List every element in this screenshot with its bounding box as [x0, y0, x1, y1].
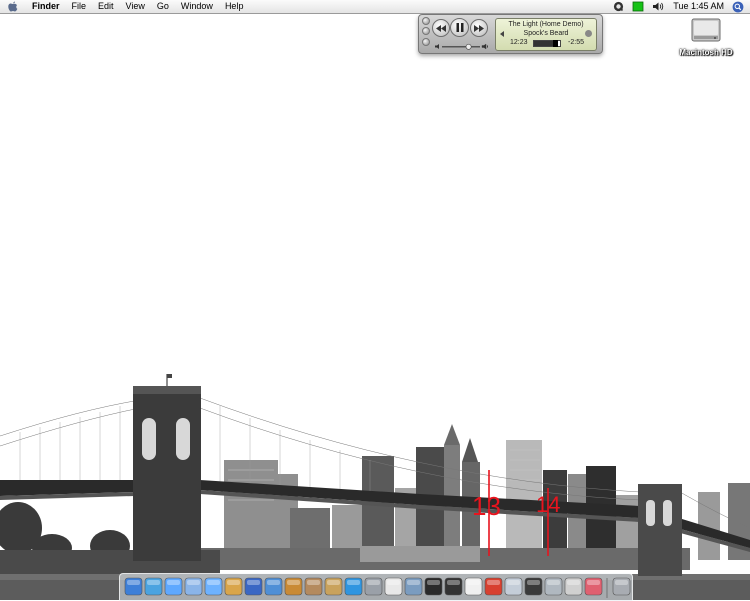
apple-logo-icon[interactable]: [564, 577, 583, 596]
menu-go[interactable]: Go: [151, 0, 175, 13]
rewind-icon: [436, 24, 446, 32]
volume-slider[interactable]: [435, 43, 489, 50]
spotlight-icon[interactable]: [732, 1, 744, 13]
volume-icon[interactable]: [648, 0, 669, 13]
progress-knob[interactable]: [553, 40, 559, 47]
hard-drive-icon[interactable]: [688, 16, 724, 46]
menu-clock[interactable]: Tue 1:45 AM: [669, 0, 732, 13]
desktop[interactable]: 13 14 Macintosh HD: [0, 0, 750, 600]
menu-view[interactable]: View: [120, 0, 151, 13]
annotation-14: 14: [536, 492, 560, 517]
iphoto-icon[interactable]: [224, 577, 243, 596]
itunes-status-display: The Light (Home Demo) Spock's Beard 12:2…: [495, 18, 597, 51]
finder-icon[interactable]: [124, 577, 143, 596]
imovie-icon[interactable]: [244, 577, 263, 596]
system-prefs-icon[interactable]: [364, 577, 383, 596]
preview-icon[interactable]: [184, 577, 203, 596]
textedit-icon[interactable]: [384, 577, 403, 596]
dock: [119, 573, 633, 601]
battery-icon[interactable]: [628, 0, 648, 13]
fast-forward-icon: [474, 24, 484, 32]
annotation-13: 13: [472, 491, 501, 521]
garageband-icon[interactable]: [284, 577, 303, 596]
printer-icon[interactable]: [544, 577, 563, 596]
pause-icon: [456, 23, 463, 32]
dock-icons: [124, 577, 631, 598]
next-track-button[interactable]: [470, 19, 488, 37]
test-tube-icon[interactable]: [584, 577, 603, 596]
window-zoom-button[interactable]: [422, 38, 430, 46]
menu-help[interactable]: Help: [219, 0, 250, 13]
menu-file[interactable]: File: [66, 0, 93, 13]
menu-window[interactable]: Window: [175, 0, 219, 13]
apple-icon[interactable]: [0, 0, 26, 13]
trash-icon[interactable]: [612, 577, 631, 596]
window-minimize-button[interactable]: [422, 27, 430, 35]
itunes-mini-player[interactable]: The Light (Home Demo) Spock's Beard 12:2…: [418, 14, 603, 54]
menu-app-finder[interactable]: Finder: [26, 0, 66, 13]
menu-bar: Finder File Edit View Go Window Help Tue…: [0, 0, 750, 14]
playback-progress-bar[interactable]: [533, 40, 561, 47]
safari-icon[interactable]: [144, 577, 163, 596]
address-book-icon[interactable]: [324, 577, 343, 596]
progress-fill: [534, 41, 556, 46]
time-elapsed: 12:23: [510, 39, 528, 46]
previous-track-button[interactable]: [432, 19, 450, 37]
song-title: The Light (Home Demo): [508, 21, 584, 28]
time-remaining: -2:55: [568, 39, 584, 46]
drive-label[interactable]: Macintosh HD: [668, 48, 744, 57]
toolbox-icon[interactable]: [484, 577, 503, 596]
quicktime-dock-icon[interactable]: [344, 577, 363, 596]
artist-name: Spock's Beard: [523, 30, 569, 37]
snapback-icon[interactable]: [585, 30, 592, 37]
pause-button[interactable]: [450, 18, 469, 37]
quicktime-icon[interactable]: [609, 0, 628, 13]
terminal-icon[interactable]: [424, 577, 443, 596]
ichat-icon[interactable]: [164, 577, 183, 596]
sherlock-icon[interactable]: [404, 577, 423, 596]
ipod-icon[interactable]: [464, 577, 483, 596]
window-close-button[interactable]: [422, 17, 430, 25]
mail-icon[interactable]: [304, 577, 323, 596]
monitor-icon[interactable]: [504, 577, 523, 596]
itunes-icon[interactable]: [204, 577, 223, 596]
terminal-2-icon[interactable]: [524, 577, 543, 596]
menu-edit[interactable]: Edit: [92, 0, 120, 13]
idvd-icon[interactable]: [264, 577, 283, 596]
wallpaper-brooklyn-bridge: 13 14: [0, 0, 750, 600]
clapper-icon[interactable]: [444, 577, 463, 596]
